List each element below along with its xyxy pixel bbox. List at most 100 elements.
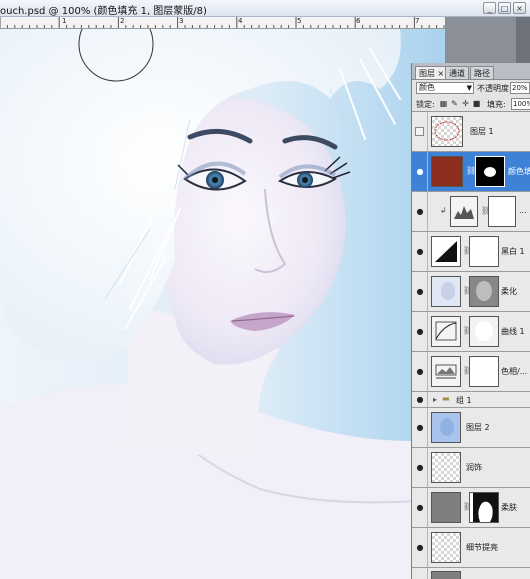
maximize-button[interactable]: □ bbox=[498, 2, 511, 14]
layer-row[interactable]: ● ⛓ 曲线 1 bbox=[412, 312, 530, 352]
layer-mask-thumbnail[interactable] bbox=[469, 276, 499, 307]
document-title: ouch.psd @ 100% (颜色填充 1, 图层蒙版/8) bbox=[0, 6, 207, 17]
fill-label: 填充: bbox=[487, 100, 506, 109]
layer-mask-thumbnail[interactable] bbox=[475, 156, 505, 187]
group-row[interactable]: ● ▸ ▬ 组 1 bbox=[412, 392, 530, 408]
layer-row[interactable]: ● 细节提亮 bbox=[412, 528, 530, 568]
panel-tabs: 图层 × 通道 路径 bbox=[412, 63, 530, 80]
layer-thumbnail bbox=[431, 116, 463, 147]
panel-dock-strip[interactable] bbox=[516, 17, 530, 65]
ruler-label: 3 bbox=[179, 17, 184, 25]
layers-panel: 图层 × 通道 路径 颜色 ▼ 不透明度: 20% 锁定: ▦ ✎ ✛ ■ 填充… bbox=[411, 63, 530, 579]
lock-transparency-icon[interactable]: ▦ bbox=[439, 99, 448, 108]
blend-controls: 颜色 ▼ 不透明度: 20% bbox=[412, 80, 530, 96]
layer-row[interactable] bbox=[412, 568, 530, 579]
divider bbox=[427, 272, 428, 311]
ruler-label: 5 bbox=[297, 17, 302, 25]
lock-controls: 锁定: ▦ ✎ ✛ ■ 填充: 100% bbox=[412, 96, 530, 112]
expand-triangle-icon[interactable]: ▸ bbox=[433, 395, 437, 404]
horizontal-ruler[interactable]: 1 2 3 4 5 6 7 bbox=[0, 17, 445, 29]
eye-icon[interactable]: ● bbox=[414, 326, 426, 338]
eye-icon[interactable]: ● bbox=[414, 206, 426, 218]
eye-icon[interactable]: ● bbox=[414, 246, 426, 258]
document-title-bar: ouch.psd @ 100% (颜色填充 1, 图层蒙版/8) _ □ × bbox=[0, 0, 530, 17]
layer-thumbnail bbox=[431, 452, 461, 483]
eye-icon[interactable]: ● bbox=[414, 286, 426, 298]
layer-row[interactable]: 图层 1 bbox=[412, 112, 530, 152]
divider bbox=[427, 152, 428, 191]
layer-name: 颜色填... bbox=[508, 167, 530, 176]
ruler-ticks bbox=[0, 17, 445, 28]
layer-row[interactable]: ● ⛓ 柔肤 bbox=[412, 488, 530, 528]
blend-mode-value: 颜色 bbox=[419, 83, 435, 92]
layer-name: 柔肤 bbox=[501, 503, 517, 512]
fill-color-thumbnail bbox=[431, 156, 463, 187]
layer-row[interactable]: ● ⛓ 色相/... bbox=[412, 352, 530, 392]
levels-adjustment-icon bbox=[450, 196, 478, 227]
layer-mask-thumbnail[interactable] bbox=[488, 196, 516, 227]
eye-icon[interactable]: ● bbox=[414, 542, 426, 554]
divider bbox=[427, 352, 428, 391]
layer-thumbnail bbox=[431, 492, 461, 523]
eye-icon[interactable]: ● bbox=[414, 502, 426, 514]
ruler-label: 4 bbox=[238, 17, 243, 25]
layer-thumbnail bbox=[431, 571, 461, 579]
layer-name: 润饰 bbox=[466, 463, 482, 472]
visibility-toggle[interactable] bbox=[415, 127, 424, 136]
layer-row[interactable]: ● ↲ ⛓ ... bbox=[412, 192, 530, 232]
blend-mode-select[interactable]: 颜色 ▼ bbox=[416, 82, 474, 94]
clip-arrow-icon: ↲ bbox=[440, 206, 447, 215]
eye-icon[interactable]: ● bbox=[414, 422, 426, 434]
lock-all-icon[interactable]: ■ bbox=[472, 99, 481, 108]
fill-input[interactable]: 100% bbox=[511, 98, 530, 110]
curves-adjustment-icon bbox=[431, 316, 461, 347]
eye-icon[interactable]: ● bbox=[414, 394, 426, 406]
layer-row[interactable]: ● 润饰 bbox=[412, 448, 530, 488]
layer-name: 细节提亮 bbox=[466, 543, 498, 552]
tab-channels[interactable]: 通道 bbox=[445, 66, 469, 79]
layer-thumbnail bbox=[431, 276, 461, 307]
divider bbox=[427, 488, 428, 527]
portrait-image bbox=[0, 29, 445, 579]
layer-name: 黑白 1 bbox=[501, 247, 525, 256]
layer-name: 柔化 bbox=[501, 287, 517, 296]
divider bbox=[427, 392, 428, 407]
layer-name: 色相/... bbox=[501, 367, 528, 376]
layer-row[interactable]: ● ⛓ 柔化 bbox=[412, 272, 530, 312]
eye-icon[interactable]: ● bbox=[414, 166, 426, 178]
lock-move-icon[interactable]: ✛ bbox=[461, 99, 470, 108]
layer-row[interactable]: ● ⛓ 黑白 1 bbox=[412, 232, 530, 272]
layer-thumbnail bbox=[431, 412, 461, 443]
layer-mask-thumbnail[interactable] bbox=[469, 356, 499, 387]
layer-mask-thumbnail[interactable] bbox=[469, 316, 499, 347]
layer-row[interactable]: ● 图层 2 bbox=[412, 408, 530, 448]
divider bbox=[427, 568, 428, 579]
ruler-label: 2 bbox=[120, 17, 125, 25]
eye-icon[interactable]: ● bbox=[414, 366, 426, 378]
lock-brush-icon[interactable]: ✎ bbox=[450, 99, 459, 108]
ruler-label: 1 bbox=[62, 17, 67, 25]
minimize-button[interactable]: _ bbox=[483, 2, 496, 14]
opacity-label: 不透明度: bbox=[477, 84, 512, 93]
layer-name: 图层 1 bbox=[470, 127, 494, 136]
lock-label: 锁定: bbox=[416, 100, 435, 109]
opacity-input[interactable]: 20% bbox=[510, 82, 530, 94]
eye-icon[interactable]: ● bbox=[414, 462, 426, 474]
image-canvas[interactable] bbox=[0, 29, 445, 579]
close-button[interactable]: × bbox=[513, 2, 526, 14]
chevron-down-icon: ▼ bbox=[466, 84, 472, 92]
ruler-label: 7 bbox=[415, 17, 420, 25]
layer-name: ... bbox=[519, 206, 527, 215]
divider bbox=[427, 232, 428, 271]
layer-thumbnail bbox=[431, 532, 461, 563]
selection-outline-icon bbox=[434, 121, 460, 141]
divider bbox=[427, 312, 428, 351]
divider bbox=[427, 448, 428, 487]
group-name: 组 1 bbox=[456, 396, 472, 405]
tab-layers[interactable]: 图层 × bbox=[415, 66, 449, 79]
layer-mask-thumbnail[interactable] bbox=[469, 236, 499, 267]
divider bbox=[427, 112, 428, 151]
layer-row-selected[interactable]: ● ⛓ 颜色填... bbox=[412, 152, 530, 192]
layer-mask-thumbnail[interactable] bbox=[469, 492, 499, 523]
tab-paths[interactable]: 路径 bbox=[470, 66, 494, 79]
